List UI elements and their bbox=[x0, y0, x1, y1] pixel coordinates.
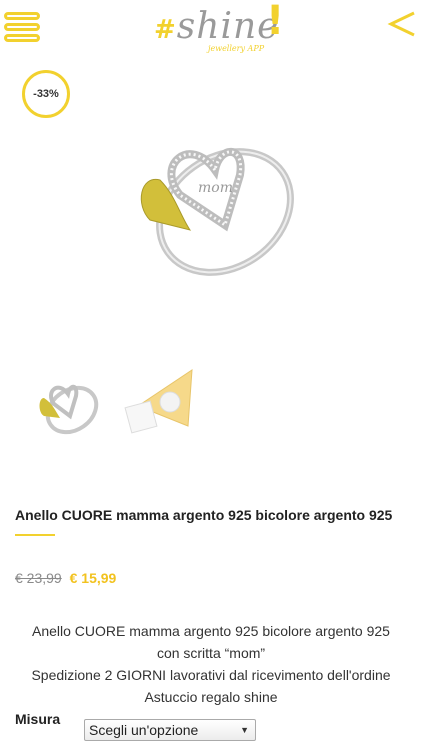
description-line: Anello CUORE mamma argento 925 bicolore … bbox=[32, 623, 390, 639]
chevron-down-icon: ▼ bbox=[240, 725, 249, 735]
product-title: Anello CUORE mamma argento 925 bicolore … bbox=[15, 507, 393, 523]
size-label: Misura bbox=[15, 711, 61, 727]
logo-text: #shine bbox=[154, 6, 280, 47]
old-price: € 23,99 bbox=[15, 570, 62, 586]
description-line: Astuccio regalo shine bbox=[144, 689, 278, 705]
app-header: #shine ! jewellery APP bbox=[0, 0, 422, 60]
chevron-left-icon[interactable] bbox=[386, 8, 418, 40]
price-row: € 23,99 € 15,99 bbox=[15, 570, 116, 586]
thumbnail-ring[interactable] bbox=[30, 368, 110, 448]
discount-badge: -33% bbox=[22, 70, 70, 118]
description-line: Spedizione 2 GIORNI lavorativi dal ricev… bbox=[31, 667, 391, 683]
thumbnail-gift-box[interactable] bbox=[120, 360, 200, 440]
product-description: Anello CUORE mamma argento 925 bicolore … bbox=[0, 620, 422, 708]
description-line: con scritta “mom” bbox=[156, 645, 266, 661]
size-select[interactable]: Scegli un'opzione ▼ bbox=[84, 719, 256, 741]
image-thumbnails bbox=[30, 360, 230, 450]
shine-logo[interactable]: #shine ! jewellery APP bbox=[150, 0, 290, 58]
logo-exclamation: ! bbox=[266, 0, 285, 44]
hamburger-menu-icon[interactable] bbox=[4, 12, 40, 42]
product-main-image[interactable]: mom bbox=[120, 120, 310, 295]
svg-text:mom: mom bbox=[198, 180, 233, 196]
title-divider bbox=[15, 534, 55, 536]
sale-price: € 15,99 bbox=[69, 570, 117, 586]
logo-subtitle: jewellery APP bbox=[208, 44, 265, 53]
size-select-value: Scegli un'opzione bbox=[89, 722, 199, 738]
